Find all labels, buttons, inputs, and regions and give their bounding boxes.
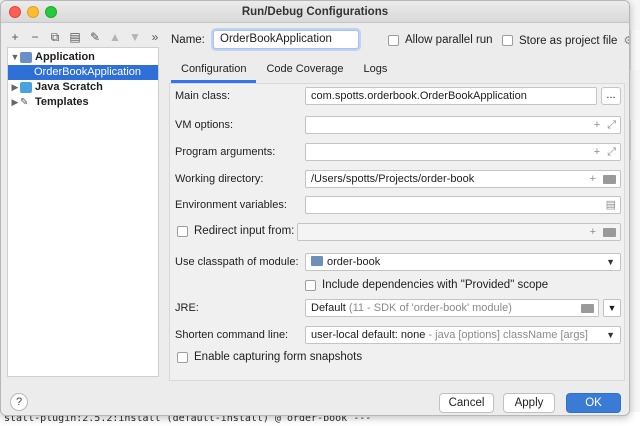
remove-configuration-button[interactable]: − — [27, 29, 43, 45]
document-icon[interactable]: ▤ — [606, 197, 616, 213]
environment-variables-input[interactable]: ▤ — [305, 196, 621, 214]
store-as-project-file-checkbox[interactable]: Store as project file ⚙ — [502, 34, 629, 47]
name-label: Name: — [171, 34, 205, 46]
apply-button[interactable]: Apply — [503, 393, 555, 413]
tab-code-coverage[interactable]: Code Coverage — [256, 57, 353, 83]
background-panel — [630, 120, 640, 160]
jre-detail: (11 - SDK of 'order-book' module) — [348, 302, 512, 314]
tab-logs[interactable]: Logs — [354, 57, 398, 83]
config-tabs: Configuration Code Coverage Logs — [171, 57, 397, 83]
configuration-tree: ▼ Application OrderBookApplication ▶ Jav… — [7, 47, 159, 377]
tree-item-orderbookapplication[interactable]: OrderBookApplication — [8, 65, 158, 80]
tree-node-label: Application — [35, 51, 95, 63]
chevron-right-icon[interactable]: ▶ — [10, 95, 20, 110]
tree-toolbar: + − ⧉ ▤ ✎ ▲ ▼ » — [7, 29, 163, 45]
checkbox-box[interactable] — [388, 34, 399, 46]
vm-options-label: VM options: — [175, 119, 234, 131]
chevron-right-icon[interactable]: ▶ — [10, 80, 20, 95]
help-button[interactable]: ? — [10, 393, 28, 411]
save-configuration-button[interactable]: ▤ — [67, 29, 83, 45]
plus-icon[interactable]: + — [590, 171, 596, 187]
redirect-input-field[interactable]: + — [297, 223, 621, 241]
minimize-window-button[interactable] — [27, 6, 39, 18]
working-directory-value: /Users/spotts/Projects/order-book — [311, 173, 475, 185]
jre-dropdown-button[interactable]: ▼ — [603, 299, 621, 317]
folder-icon[interactable] — [603, 228, 616, 237]
expand-icon[interactable]: ⤢ — [607, 117, 616, 133]
checkbox-box[interactable] — [177, 351, 188, 363]
add-configuration-button[interactable]: + — [7, 29, 23, 45]
tree-node-label: OrderBookApplication — [34, 66, 142, 78]
browse-main-class-button[interactable]: ... — [601, 87, 621, 105]
scratch-icon — [20, 82, 32, 93]
main-class-label: Main class: — [175, 90, 231, 102]
gear-icon[interactable]: ⚙ — [623, 34, 629, 47]
working-directory-label: Working directory: — [175, 173, 264, 185]
folder-icon[interactable] — [603, 175, 616, 184]
classpath-module-select[interactable]: order-book ▼ — [305, 253, 621, 271]
checkbox-label: Redirect input from: — [194, 225, 295, 237]
cancel-button[interactable]: Cancel — [439, 393, 494, 413]
tree-node-application[interactable]: ▼ Application — [10, 50, 156, 65]
close-window-button[interactable] — [9, 6, 21, 18]
chevron-down-icon[interactable]: ▼ — [606, 327, 615, 343]
checkbox-box[interactable] — [305, 279, 316, 291]
window-title: Run/Debug Configurations — [241, 6, 389, 18]
jre-select[interactable]: Default (11 - SDK of 'order-book' module… — [305, 299, 599, 317]
ok-button[interactable]: OK — [566, 393, 621, 413]
enable-form-snapshots-checkbox[interactable]: Enable capturing form snapshots — [177, 351, 362, 363]
vm-options-input[interactable]: + ⤢ — [305, 116, 621, 134]
chevron-down-icon[interactable]: ▼ — [10, 50, 20, 65]
allow-parallel-run-checkbox[interactable]: Allow parallel run — [388, 34, 493, 46]
run-debug-dialog: Run/Debug Configurations + − ⧉ ▤ ✎ ▲ ▼ »… — [0, 0, 630, 416]
checkbox-label: Enable capturing form snapshots — [194, 351, 363, 363]
classpath-value: order-book — [327, 256, 381, 268]
application-icon — [20, 52, 32, 63]
checkbox-label: Store as project file — [519, 34, 618, 47]
checkbox-box[interactable] — [502, 35, 513, 46]
tree-node-templates[interactable]: ▶ ✎ Templates — [10, 95, 156, 110]
tree-node-label: Java Scratch — [35, 81, 103, 93]
tree-node-java-scratch[interactable]: ▶ Java Scratch — [10, 80, 156, 95]
shorten-command-line-select[interactable]: user-local default: none - java [options… — [305, 326, 621, 344]
environment-variables-label: Environment variables: — [175, 199, 287, 211]
edit-templates-button[interactable]: ✎ — [87, 29, 103, 45]
working-directory-input[interactable]: /Users/spotts/Projects/order-book + — [305, 170, 621, 188]
maximize-window-button[interactable] — [45, 6, 57, 18]
shorten-command-line-label: Shorten command line: — [175, 329, 289, 341]
copy-configuration-button[interactable]: ⧉ — [47, 29, 63, 45]
expand-icon[interactable]: ⤢ — [607, 144, 616, 160]
classpath-label: Use classpath of module: — [175, 256, 299, 268]
module-icon — [311, 256, 323, 266]
tab-configuration[interactable]: Configuration — [171, 57, 257, 83]
shorten-value: user-local default: none — [311, 329, 426, 341]
folder-icon[interactable] — [581, 304, 594, 313]
jre-value: Default — [311, 302, 346, 314]
move-up-button[interactable]: ▲ — [107, 29, 123, 45]
checkbox-box[interactable] — [177, 225, 188, 237]
shorten-detail: - java [options] className [args] — [428, 329, 588, 341]
program-arguments-label: Program arguments: — [175, 146, 276, 158]
expand-toolbar-button[interactable]: » — [147, 29, 163, 45]
background-panel — [630, 30, 640, 70]
include-dependencies-checkbox[interactable]: Include dependencies with "Provided" sco… — [305, 279, 548, 291]
jre-label: JRE: — [175, 302, 199, 314]
redirect-input-checkbox[interactable]: Redirect input from: — [177, 225, 294, 237]
wrench-icon: ✎ — [20, 97, 29, 108]
move-down-button[interactable]: ▼ — [127, 29, 143, 45]
plus-icon[interactable]: + — [590, 224, 596, 240]
program-arguments-input[interactable]: + ⤢ — [305, 143, 621, 161]
window-titlebar: Run/Debug Configurations — [1, 1, 629, 23]
main-class-input[interactable]: com.spotts.orderbook.OrderBookApplicatio… — [305, 87, 597, 105]
plus-icon[interactable]: + — [594, 117, 600, 133]
name-input[interactable]: OrderBookApplication — [213, 30, 359, 49]
checkbox-label: Allow parallel run — [405, 34, 493, 46]
tree-node-label: Templates — [35, 96, 89, 108]
checkbox-label: Include dependencies with "Provided" sco… — [322, 279, 549, 291]
chevron-down-icon[interactable]: ▼ — [606, 254, 615, 270]
plus-icon[interactable]: + — [594, 144, 600, 160]
